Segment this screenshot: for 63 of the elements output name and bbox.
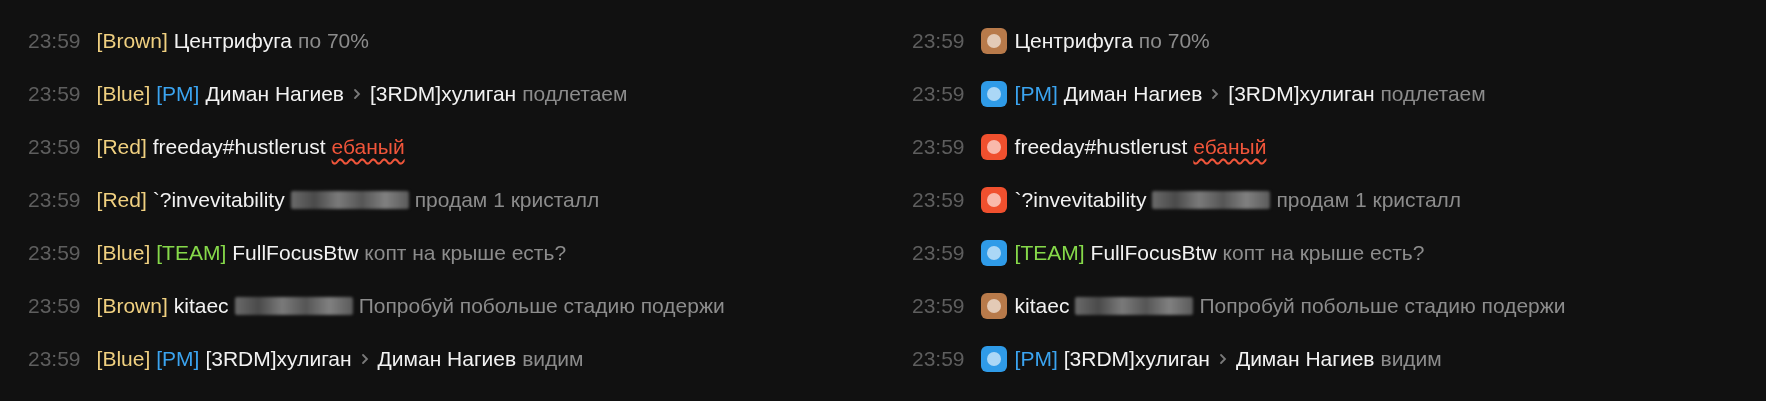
sender-name: [3RDM]хулиган bbox=[205, 345, 352, 372]
message-text: по 70% bbox=[298, 27, 369, 54]
sender-name: Центрифуга bbox=[1014, 27, 1133, 54]
chevron-icon bbox=[1217, 351, 1228, 366]
team-label: [Brown] bbox=[96, 27, 168, 54]
sender-name: Диман Нагиев bbox=[1063, 80, 1203, 107]
chevron-icon bbox=[1210, 86, 1221, 101]
channel-label: [PM] bbox=[1014, 80, 1058, 107]
channel-label: [PM] bbox=[156, 80, 200, 107]
sender-name: freeday#hustlerust bbox=[1014, 133, 1188, 160]
team-label: [Blue] bbox=[96, 80, 151, 107]
message-text: ебаный bbox=[331, 133, 405, 160]
team-label: [Red] bbox=[96, 186, 147, 213]
timestamp: 23:59 bbox=[912, 239, 965, 266]
sender-name: kitaec bbox=[1014, 292, 1070, 319]
recipient-name: [3RDM]хулиган bbox=[370, 80, 517, 107]
sender-name: FullFocusBtw bbox=[1090, 239, 1217, 266]
message-text: Попробуй побольше стадию подержи bbox=[358, 292, 725, 319]
sender-name: Диман Нагиев bbox=[205, 80, 344, 107]
sender-name: [3RDM]хулиган bbox=[1063, 345, 1210, 372]
timestamp: 23:59 bbox=[912, 345, 965, 372]
timestamp: 23:59 bbox=[912, 186, 965, 213]
message-text: подлетаем bbox=[522, 80, 628, 107]
channel-label: [TEAM] bbox=[1014, 239, 1085, 266]
message-text: продам 1 кристалл bbox=[414, 186, 600, 213]
timestamp: 23:59 bbox=[28, 186, 81, 213]
chevron-icon bbox=[359, 351, 370, 366]
team-label: [Brown] bbox=[96, 292, 168, 319]
sender-name: Центрифуга bbox=[173, 27, 293, 54]
message-text: подлетаем bbox=[1380, 80, 1486, 107]
team-label: [Red] bbox=[96, 133, 147, 160]
timestamp: 23:59 bbox=[912, 80, 965, 107]
message-text: ебаный bbox=[1193, 133, 1267, 160]
message-text: копт на крыше есть? bbox=[1222, 239, 1425, 266]
team-label: [Blue] bbox=[96, 345, 151, 372]
message-text: продам 1 кристалл bbox=[1276, 186, 1462, 213]
message-text: видим bbox=[1380, 345, 1442, 372]
message-text: видим bbox=[522, 345, 584, 372]
sender-name: `?invevitability bbox=[152, 186, 285, 213]
timestamp: 23:59 bbox=[28, 292, 81, 319]
message-text: копт на крыше есть? bbox=[364, 239, 567, 266]
timestamp: 23:59 bbox=[912, 133, 965, 160]
recipient-name: [3RDM]хулиган bbox=[1228, 80, 1375, 107]
message-text: Попробуй побольше стадию подержи bbox=[1199, 292, 1566, 319]
timestamp: 23:59 bbox=[28, 27, 81, 54]
recipient-name: Диман Нагиев bbox=[1235, 345, 1375, 372]
sender-name: freeday#hustlerust bbox=[152, 133, 326, 160]
timestamp: 23:59 bbox=[912, 27, 965, 54]
timestamp: 23:59 bbox=[912, 292, 965, 319]
sender-name: FullFocusBtw bbox=[232, 239, 359, 266]
channel-label: [PM] bbox=[156, 345, 200, 372]
message-text: по 70% bbox=[1138, 27, 1210, 54]
team-label: [Blue] bbox=[96, 239, 151, 266]
channel-label: [TEAM] bbox=[156, 239, 227, 266]
timestamp: 23:59 bbox=[28, 345, 81, 372]
timestamp: 23:59 bbox=[28, 239, 81, 266]
recipient-name: Диман Нагиев bbox=[377, 345, 517, 372]
timestamp: 23:59 bbox=[28, 133, 81, 160]
timestamp: 23:59 bbox=[28, 80, 81, 107]
chevron-icon bbox=[352, 86, 362, 101]
sender-name: `?invevitability bbox=[1014, 186, 1147, 213]
channel-label: [PM] bbox=[1014, 345, 1058, 372]
sender-name: kitaec bbox=[173, 292, 229, 319]
